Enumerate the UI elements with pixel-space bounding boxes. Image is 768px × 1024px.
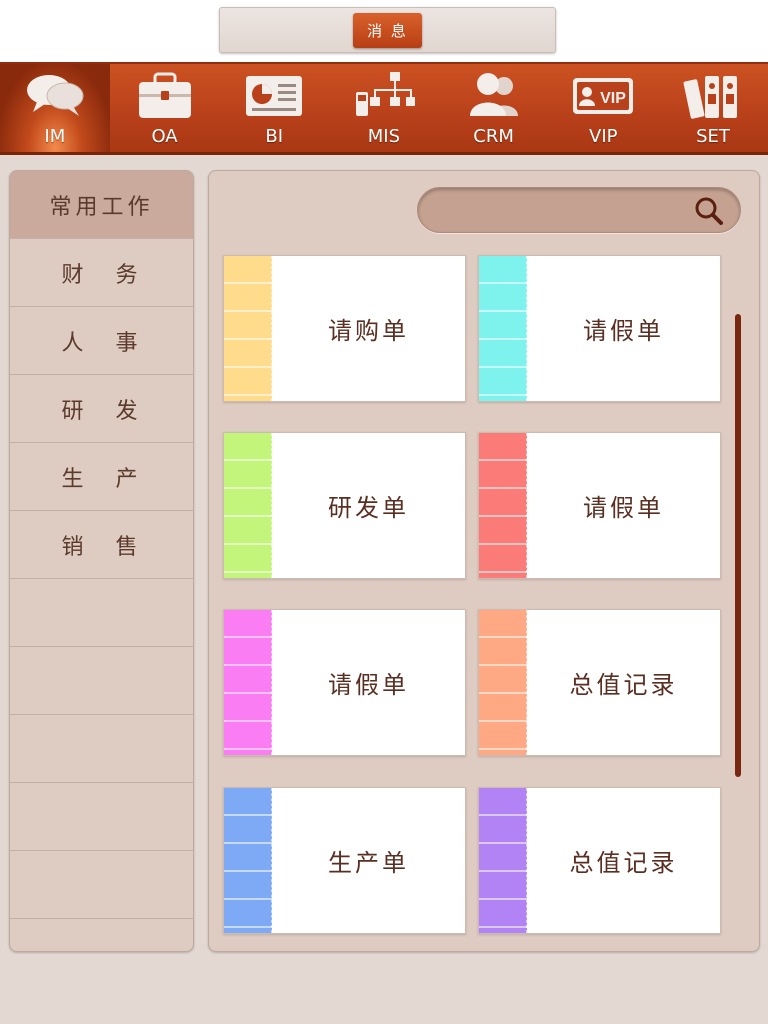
nav-item-im[interactable]: IM bbox=[0, 64, 110, 152]
form-card-purchase[interactable]: 请购单 bbox=[223, 255, 466, 402]
nav-label: MIS bbox=[367, 126, 401, 147]
report-icon bbox=[246, 76, 303, 116]
nav-label: CRM bbox=[473, 126, 514, 147]
sidebar-item-label: 财 务 bbox=[62, 257, 142, 289]
sidebar-empty-row bbox=[10, 851, 193, 919]
card-label: 请假单 bbox=[583, 317, 664, 345]
sidebar-item-common-work[interactable]: 常用工作 bbox=[10, 171, 193, 239]
card-color-strip bbox=[224, 433, 272, 578]
nav-label: OA bbox=[151, 126, 178, 147]
sidebar-item-label: 生 产 bbox=[62, 461, 142, 493]
card-label: 请假单 bbox=[328, 671, 409, 699]
label-char: 人 bbox=[61, 330, 88, 356]
label-char: 生 bbox=[61, 466, 88, 492]
card-color-strip bbox=[224, 256, 272, 401]
label-char: 售 bbox=[115, 534, 142, 560]
sidebar-empty-row bbox=[10, 715, 193, 783]
card-color-strip bbox=[479, 433, 527, 578]
label-char: 销 bbox=[61, 534, 88, 560]
nav-item-vip[interactable]: VIP VIP bbox=[548, 64, 658, 152]
card-color-strip bbox=[224, 788, 272, 933]
card-color-strip bbox=[479, 788, 527, 933]
sidebar-title: 常用工作 bbox=[49, 194, 154, 220]
card-color-strip bbox=[224, 610, 272, 755]
label-char: 发 bbox=[115, 398, 142, 424]
scrollbar[interactable] bbox=[735, 314, 741, 777]
label-char: 财 bbox=[61, 262, 88, 288]
briefcase-icon bbox=[138, 72, 191, 118]
binders-icon bbox=[683, 76, 737, 119]
label-char: 事 bbox=[115, 330, 142, 356]
sidebar-item-rd[interactable]: 研 发 bbox=[10, 375, 193, 443]
nav-label: SET bbox=[696, 126, 730, 147]
form-card-production[interactable]: 生产单 bbox=[223, 787, 466, 934]
sidebar-item-hr[interactable]: 人 事 bbox=[10, 307, 193, 375]
chat-bubbles-icon bbox=[26, 75, 84, 116]
label-char: 研 bbox=[61, 398, 88, 424]
nav-item-oa[interactable]: OA bbox=[110, 64, 220, 152]
card-label: 请假单 bbox=[583, 494, 664, 522]
form-card-rd[interactable]: 研发单 bbox=[223, 432, 466, 579]
form-card-leave[interactable]: 请假单 bbox=[478, 432, 721, 579]
label-char: 产 bbox=[115, 466, 142, 492]
sidebar-item-label: 研 发 bbox=[62, 393, 142, 425]
nav-item-bi[interactable]: BI bbox=[219, 64, 329, 152]
svg-text:VIP: VIP bbox=[600, 90, 626, 107]
sidebar-item-production[interactable]: 生 产 bbox=[10, 443, 193, 511]
sidebar-empty-row bbox=[10, 579, 193, 647]
card-label: 总值记录 bbox=[569, 671, 678, 699]
people-icon bbox=[469, 73, 518, 116]
top-bar: 消 息 bbox=[0, 0, 768, 62]
org-chart-icon bbox=[355, 72, 415, 116]
main-panel: 请购单 请假单 研发单 请假单 请假单 总值记录 生产单 总值记录 bbox=[208, 170, 760, 952]
nav-item-set[interactable]: SET bbox=[658, 64, 768, 152]
card-label: 请购单 bbox=[328, 317, 409, 345]
sidebar-item-label: 销 售 bbox=[62, 529, 142, 561]
form-card-duty-record[interactable]: 总值记录 bbox=[478, 609, 721, 756]
sidebar-item-sales[interactable]: 销 售 bbox=[10, 511, 193, 579]
nav-label: VIP bbox=[589, 126, 618, 147]
form-card-leave[interactable]: 请假单 bbox=[478, 255, 721, 402]
main-nav: IM OA BI MIS CRM VIP VIP SET bbox=[0, 62, 768, 155]
nav-item-crm[interactable]: CRM bbox=[439, 64, 549, 152]
sidebar-empty-row bbox=[10, 647, 193, 715]
sidebar-empty-row bbox=[10, 783, 193, 851]
search-bar bbox=[417, 187, 741, 233]
sidebar-item-label: 人 事 bbox=[62, 325, 142, 357]
nav-label: BI bbox=[265, 126, 284, 147]
card-color-strip bbox=[479, 256, 527, 401]
search-icon[interactable] bbox=[694, 196, 724, 226]
nav-item-mis[interactable]: MIS bbox=[329, 64, 439, 152]
nav-label: IM bbox=[44, 126, 66, 147]
sidebar-item-finance[interactable]: 财 务 bbox=[10, 239, 193, 307]
form-card-leave[interactable]: 请假单 bbox=[223, 609, 466, 756]
card-label: 研发单 bbox=[328, 494, 409, 522]
search-input[interactable] bbox=[436, 198, 676, 222]
form-card-duty-record[interactable]: 总值记录 bbox=[478, 787, 721, 934]
message-button[interactable]: 消 息 bbox=[353, 13, 422, 48]
sidebar: 常用工作 财 务 人 事 研 发 生 产 销 售 bbox=[9, 170, 194, 952]
vip-card-icon: VIP bbox=[573, 78, 634, 114]
card-color-strip bbox=[479, 610, 527, 755]
label-char: 务 bbox=[115, 262, 142, 288]
card-label: 总值记录 bbox=[569, 849, 678, 877]
card-label: 生产单 bbox=[328, 849, 409, 877]
